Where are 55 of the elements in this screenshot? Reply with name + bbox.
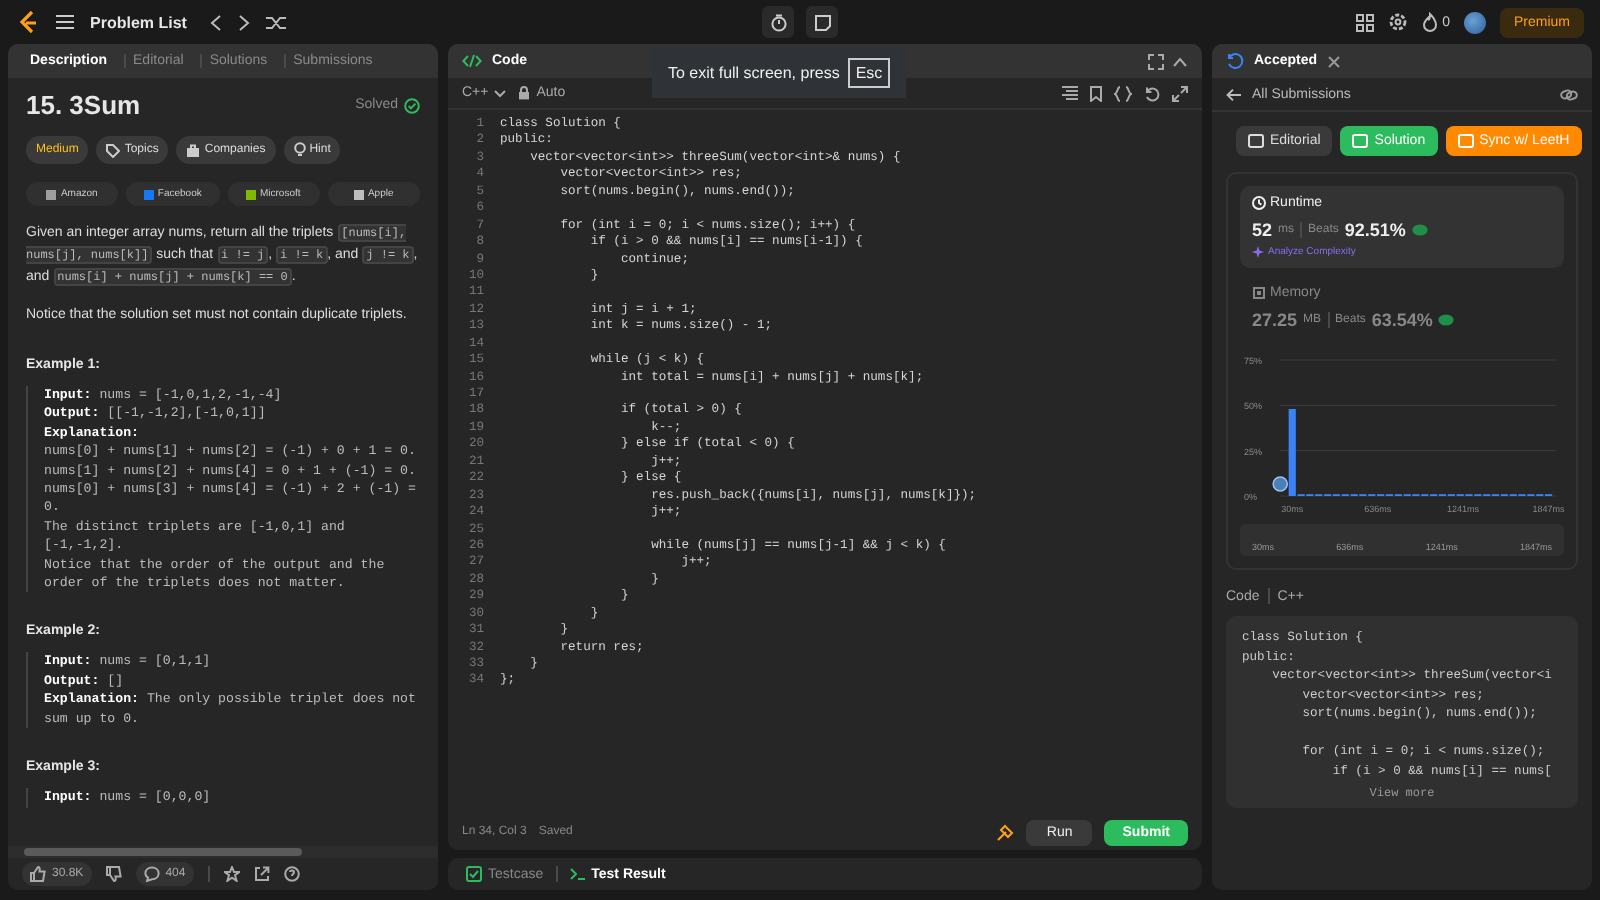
beats-badge-icon (1411, 224, 1428, 236)
share-icon[interactable] (253, 866, 270, 882)
note-icon (813, 13, 831, 31)
braces-icon[interactable] (1114, 85, 1132, 101)
briefcase-icon (186, 143, 201, 157)
thumbs-up-icon (30, 866, 46, 882)
chevron-left-icon[interactable] (210, 13, 223, 31)
back-arrow-icon[interactable] (1226, 87, 1242, 101)
horizontal-scrollbar[interactable] (8, 846, 438, 858)
close-icon[interactable] (1327, 55, 1340, 67)
fullscreen-icon[interactable] (1148, 53, 1164, 69)
check-circle-icon (404, 97, 420, 113)
format-icon[interactable] (1062, 86, 1078, 100)
history-icon (1226, 52, 1244, 70)
checkbox-icon (466, 866, 482, 882)
avatar-marker-icon (1272, 476, 1289, 492)
fullscreen-notice-text: To exit full screen, press (668, 64, 840, 82)
problem-list-link[interactable]: Problem List (90, 13, 187, 31)
problem-title: 15. 3Sum (26, 90, 143, 120)
grid-icon[interactable] (1356, 13, 1375, 31)
code-icon (462, 54, 482, 68)
link-icon[interactable] (1560, 87, 1578, 101)
esc-key: Esc (847, 58, 891, 88)
chevron-right-icon[interactable] (238, 13, 251, 31)
timer-button[interactable] (762, 6, 794, 38)
star-icon[interactable] (223, 866, 240, 882)
list-icon (56, 14, 74, 30)
settings-icon[interactable] (1388, 12, 1409, 32)
logo-icon[interactable] (16, 9, 40, 35)
chip-icon (1252, 286, 1266, 300)
beats-percent: 92.51% (1344, 220, 1406, 240)
clock-icon (1252, 196, 1266, 210)
sparkle-icon (1252, 246, 1264, 258)
reset-icon[interactable] (1144, 85, 1160, 101)
bookmark-icon[interactable] (1090, 85, 1102, 101)
help-icon[interactable] (283, 866, 300, 882)
beats-badge-icon (1438, 314, 1455, 326)
tag-icon (106, 143, 121, 157)
comment-icon (143, 866, 160, 882)
note-button[interactable] (806, 6, 838, 38)
shuffle-icon[interactable] (266, 13, 289, 31)
beats-percent: 63.54% (1371, 310, 1433, 330)
terminal-icon (569, 866, 586, 882)
lightbulb-icon (293, 142, 306, 158)
debug-icon[interactable] (996, 823, 1015, 841)
metric-value: 27.25 (1252, 310, 1298, 330)
dislike-icon[interactable] (105, 866, 122, 882)
caret-icon (494, 89, 507, 97)
fire-icon (1422, 12, 1439, 32)
avatar-icon[interactable] (1463, 11, 1486, 33)
timer-icon (769, 13, 787, 31)
expand-icon[interactable] (1172, 85, 1188, 101)
metric-value: 52 (1252, 220, 1273, 240)
lock-icon (518, 86, 531, 100)
collapse-icon[interactable] (1172, 55, 1188, 67)
